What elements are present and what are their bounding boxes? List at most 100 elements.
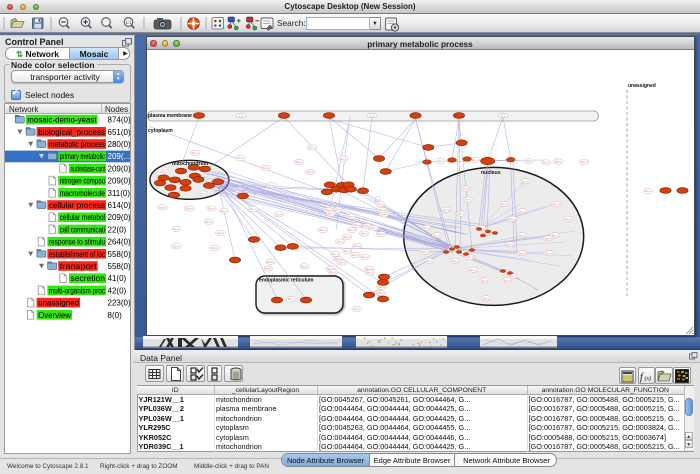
svg-text:endoplasmic reticulum: endoplasmic reticulum <box>259 278 314 284</box>
svg-text:Sm-x: Sm-x <box>565 217 572 221</box>
svg-text:223(0): 223(0) <box>108 299 131 308</box>
svg-text:Sm-x: Sm-x <box>337 240 344 244</box>
svg-text:nitrogen compou: nitrogen compou <box>60 177 105 186</box>
svg-text:Sm-x: Sm-x <box>426 259 433 263</box>
svg-text:mosaic-demo-yeast: mosaic-demo-yeast <box>27 116 97 125</box>
svg-text:209(...: 209(... <box>108 152 131 161</box>
svg-text:Sm-x: Sm-x <box>452 259 459 263</box>
svg-text:8(0): 8(0) <box>108 311 123 320</box>
svg-text:Sm-x: Sm-x <box>443 208 450 212</box>
svg-text:Sm-x: Sm-x <box>200 192 207 196</box>
svg-text:transport: transport <box>60 262 98 271</box>
svg-text:Sm-x: Sm-x <box>543 161 550 165</box>
svg-text:Sm-x: Sm-x <box>205 220 212 224</box>
svg-text:(x): (x) <box>645 375 652 382</box>
svg-text:209(0): 209(0) <box>108 177 131 186</box>
svg-text:22(0): 22(0) <box>108 225 127 234</box>
svg-text:264(0): 264(0) <box>108 238 131 247</box>
svg-text:Sm-x: Sm-x <box>422 250 429 254</box>
svg-text:cellular metabol: cellular metabol <box>60 213 105 222</box>
svg-text:Sm-x: Sm-x <box>519 251 526 255</box>
svg-text:Sm-x: Sm-x <box>555 160 562 164</box>
svg-text:Sm-x: Sm-x <box>192 151 199 155</box>
svg-text:biological_process: biological_process <box>38 128 105 137</box>
svg-text:Sm-x: Sm-x <box>186 207 193 211</box>
svg-text:Sm-x: Sm-x <box>645 189 652 193</box>
svg-text:Sm-x: Sm-x <box>354 244 361 248</box>
svg-text:[...]: [...] <box>501 114 505 118</box>
svg-text:280(0): 280(0) <box>108 140 131 149</box>
svg-text:Sm-x: Sm-x <box>309 146 316 150</box>
svg-text:Sm-x: Sm-x <box>307 170 314 174</box>
svg-text:Sm-x: Sm-x <box>262 166 269 170</box>
svg-text:Sm-x: Sm-x <box>217 231 224 235</box>
svg-text:plasma membrane: plasma membrane <box>148 113 192 119</box>
svg-text:[...]: [...] <box>370 114 374 118</box>
svg-text:Sm-x: Sm-x <box>173 227 180 231</box>
svg-text:Sm-x: Sm-x <box>465 198 472 202</box>
svg-text:Sm-x: Sm-x <box>275 212 282 216</box>
svg-text:Sm-x: Sm-x <box>467 255 474 259</box>
svg-text:[...]: [...] <box>239 114 243 118</box>
svg-text:Sm-x: Sm-x <box>267 260 274 264</box>
svg-text:Sm-x: Sm-x <box>353 307 360 311</box>
svg-text:Sm-x: Sm-x <box>504 278 511 282</box>
svg-text:cytoplasm: cytoplasm <box>148 128 173 134</box>
svg-text:Sm-x: Sm-x <box>173 244 180 248</box>
svg-text:response to stimulu: response to stimulu <box>49 238 105 247</box>
svg-text:Sm-x: Sm-x <box>470 268 477 272</box>
svg-text:Sm-x: Sm-x <box>328 212 335 216</box>
svg-text:Sm-x: Sm-x <box>221 209 228 213</box>
svg-text:nucleus: nucleus <box>481 170 501 176</box>
svg-text:Search:: Search: <box>277 18 306 28</box>
svg-text:Sm-x: Sm-x <box>344 249 351 253</box>
svg-text:Sm-x: Sm-x <box>507 242 514 246</box>
svg-text:Sm-x: Sm-x <box>354 223 361 227</box>
svg-text:Sm-x: Sm-x <box>208 207 215 211</box>
svg-text:Sm-x: Sm-x <box>335 208 342 212</box>
svg-text:209(0): 209(0) <box>108 164 131 173</box>
svg-text:Sm-x: Sm-x <box>301 264 308 268</box>
svg-text:primary metabolic: primary metabolic <box>60 152 105 161</box>
svg-text:mitochondrion: mitochondrion <box>172 161 208 167</box>
svg-text:Sm-x: Sm-x <box>340 157 347 161</box>
svg-text:unassigned: unassigned <box>38 299 79 308</box>
svg-text:42(0): 42(0) <box>108 286 127 295</box>
svg-text:Sm-x: Sm-x <box>361 232 368 236</box>
svg-text:nucleobase-cont: nucleobase-cont <box>71 164 106 173</box>
svg-text:Sm-x: Sm-x <box>378 232 385 236</box>
svg-text:Sm-x: Sm-x <box>332 252 339 256</box>
svg-text:Sm-x: Sm-x <box>288 297 295 301</box>
svg-text:Sm-x: Sm-x <box>367 271 374 275</box>
svg-text:614(0): 614(0) <box>108 201 131 210</box>
svg-text:Sm-x: Sm-x <box>296 160 303 164</box>
svg-text:Sm-x: Sm-x <box>519 233 526 237</box>
svg-text:Sm-x: Sm-x <box>522 179 529 183</box>
svg-text:Sm-x: Sm-x <box>362 255 369 259</box>
svg-text:Sm-x: Sm-x <box>462 187 469 191</box>
svg-text:cellular process: cellular process <box>49 201 105 210</box>
svg-text:Sm-x: Sm-x <box>211 246 218 250</box>
svg-text:Sm-x: Sm-x <box>501 202 508 206</box>
svg-text:Sm-x: Sm-x <box>371 226 378 230</box>
svg-text:Sm-x: Sm-x <box>339 261 346 265</box>
svg-text:Sm-x: Sm-x <box>483 296 490 300</box>
svg-text:Sm-x: Sm-x <box>546 251 553 255</box>
svg-text:558(0): 558(0) <box>108 250 131 259</box>
svg-text:Sm-x: Sm-x <box>378 291 385 295</box>
svg-text:311(0): 311(0) <box>108 189 131 198</box>
svg-text:Sm-x: Sm-x <box>553 202 560 206</box>
svg-text:Sm-x: Sm-x <box>434 233 441 237</box>
svg-text:Sm-x: Sm-x <box>237 156 244 160</box>
svg-text:multi-organism proc: multi-organism proc <box>49 286 105 295</box>
svg-text:Sm-x: Sm-x <box>264 267 271 271</box>
svg-text:Sm-x: Sm-x <box>472 158 479 162</box>
svg-text:Sm-x: Sm-x <box>352 253 359 257</box>
svg-text:macromolecule: macromolecule <box>60 189 106 198</box>
svg-text:Overview: Overview <box>38 311 71 320</box>
svg-text:Sm-x: Sm-x <box>320 228 327 232</box>
svg-text:Sm-x: Sm-x <box>481 278 488 282</box>
svg-text:Sm-x: Sm-x <box>268 183 275 187</box>
svg-text:cell communicati: cell communicati <box>60 225 105 234</box>
svg-text:Sm-x: Sm-x <box>509 217 516 221</box>
